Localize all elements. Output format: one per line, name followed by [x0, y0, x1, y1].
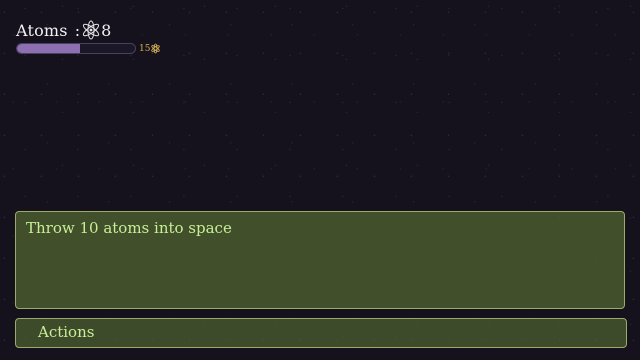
atoms-count: 8 [101, 20, 112, 40]
actions-button[interactable]: Actions [15, 318, 627, 348]
resource-hud: Atoms : 8 15 [16, 19, 216, 54]
progress-max: 15 [139, 43, 151, 54]
progress-cap: 15 [139, 43, 161, 54]
message-panel: Throw 10 atoms into space [15, 211, 625, 309]
message-text: Throw 10 atoms into space [26, 219, 232, 237]
atoms-counter: Atoms : 8 [16, 19, 216, 41]
atom-icon [83, 20, 100, 40]
progress-fill [17, 44, 80, 53]
progress-track [16, 43, 136, 54]
atom-icon [151, 43, 161, 54]
atoms-progress: 15 [16, 43, 216, 54]
actions-label: Actions [38, 323, 95, 341]
atoms-label: Atoms [16, 20, 68, 40]
atoms-separator: : [74, 20, 81, 40]
